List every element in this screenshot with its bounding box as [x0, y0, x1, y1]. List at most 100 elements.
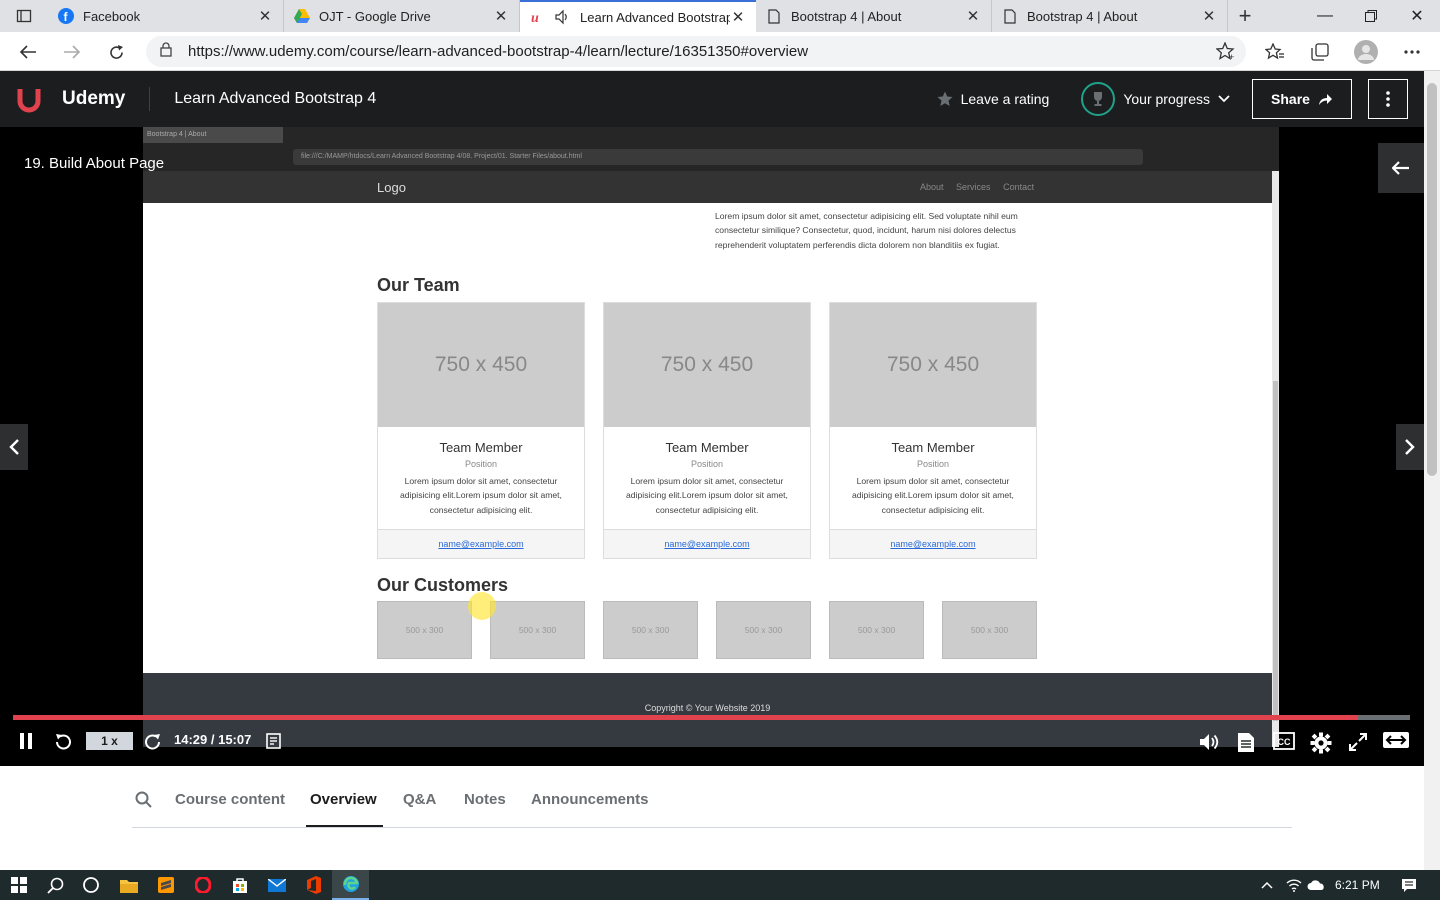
svg-text:+: +	[1229, 52, 1234, 61]
video-site-links: About Services Contact	[920, 182, 1044, 192]
customer-logo-placeholder: 500 x 300	[716, 601, 811, 659]
search-icon[interactable]	[135, 791, 152, 812]
leave-rating-button[interactable]: Leave a rating	[937, 91, 1049, 107]
more-options-icon[interactable]	[1396, 36, 1428, 68]
previous-lecture-button[interactable]	[0, 424, 28, 470]
new-tab-plus-icon[interactable]: +	[1228, 0, 1262, 32]
your-progress-button[interactable]: Your progress	[1081, 82, 1230, 116]
udemy-logo-icon	[17, 89, 41, 113]
page-scrollbar-thumb[interactable]	[1427, 83, 1437, 476]
more-menu-button[interactable]	[1368, 79, 1408, 119]
collections-icon[interactable]	[1304, 36, 1336, 68]
playback-speed-button[interactable]: 1 x	[86, 732, 133, 750]
tab-qa[interactable]: Q&A	[403, 791, 436, 808]
fullscreen-button[interactable]	[1348, 732, 1368, 752]
tab-notes[interactable]: Notes	[464, 791, 506, 808]
browser-tab-udemy[interactable]: u Learn Advanced Bootstrap ✕	[520, 0, 756, 32]
page-icon	[1002, 8, 1018, 24]
video-intro-text: Lorem ipsum dolor sit amet, consectetur …	[715, 211, 1018, 250]
tab-title: Learn Advanced Bootstrap	[580, 9, 730, 25]
forward-arrow-icon[interactable]	[56, 36, 88, 68]
tab-announcements[interactable]: Announcements	[531, 791, 649, 808]
profile-avatar-icon[interactable]	[1350, 36, 1382, 68]
tab-title: Bootstrap 4 | About	[1027, 8, 1138, 24]
tab-course-content[interactable]: Course content	[175, 791, 285, 808]
tab-overview[interactable]: Overview	[310, 791, 377, 808]
tab-title: Bootstrap 4 | About	[791, 8, 902, 24]
transcript-button[interactable]	[1237, 732, 1255, 753]
browser-tab-google-drive[interactable]: OJT - Google Drive ✕	[284, 0, 520, 32]
file-explorer-icon[interactable]	[110, 870, 147, 900]
tab-actions-menu-icon[interactable]	[0, 0, 48, 32]
course-title[interactable]: Learn Advanced Bootstrap 4	[174, 90, 376, 108]
mail-icon[interactable]	[258, 870, 295, 900]
transcript-icon	[1238, 733, 1254, 752]
forward-5-button[interactable]	[143, 732, 163, 752]
close-tab-icon[interactable]: ✕	[730, 8, 746, 26]
lock-icon[interactable]	[160, 41, 176, 62]
video-progress-fill	[13, 715, 1358, 720]
pause-button[interactable]	[18, 732, 34, 750]
browser-tab-bootstrap-about-2[interactable]: Bootstrap 4 | About ✕	[992, 0, 1228, 32]
notifications-icon[interactable]	[1390, 870, 1427, 900]
close-tab-icon[interactable]: ✕	[1201, 7, 1217, 25]
lecture-title: 19. Build About Page	[24, 155, 165, 172]
expand-sidebar-button[interactable]	[1378, 143, 1424, 193]
tab-title: Facebook	[83, 8, 141, 24]
share-button[interactable]: Share	[1252, 79, 1352, 119]
browser-tab-bootstrap-about-1[interactable]: Bootstrap 4 | About ✕	[756, 0, 992, 32]
share-arrow-icon	[1318, 93, 1332, 105]
captions-button[interactable]: CC	[1273, 732, 1295, 750]
sublime-text-icon[interactable]	[147, 870, 184, 900]
settings-button[interactable]	[1310, 732, 1332, 754]
gear-icon	[1310, 732, 1332, 754]
video-nav-link: About	[920, 182, 944, 192]
video-frame: Bootstrap 4 | About file:///C:/MAMP/htdo…	[143, 127, 1279, 747]
rewind-5-button[interactable]	[53, 732, 73, 752]
video-site-navbar: Logo About Services Contact	[143, 171, 1272, 203]
browser-tab-facebook[interactable]: f Facebook ✕	[48, 0, 284, 32]
page-scrollbar[interactable]	[1424, 71, 1440, 870]
fullscreen-icon	[1349, 733, 1367, 751]
onedrive-cloud-icon[interactable]	[1297, 870, 1334, 900]
address-bar[interactable]: https://www.udemy.com/course/learn-advan…	[146, 36, 1246, 67]
team-card: 750 x 450 Team Member Position Lorem ips…	[603, 302, 811, 559]
search-icon[interactable]	[37, 870, 74, 900]
store-icon[interactable]	[221, 870, 258, 900]
back-arrow-icon[interactable]	[12, 36, 44, 68]
close-tab-icon[interactable]: ✕	[493, 7, 509, 25]
team-member-desc: Lorem ipsum dolor sit amet, consectetur …	[626, 476, 788, 515]
team-member-position: Position	[916, 459, 950, 469]
expand-view-button[interactable]	[1383, 732, 1409, 748]
favorites-icon[interactable]	[1259, 36, 1291, 68]
add-note-button[interactable]	[266, 732, 284, 750]
cursor-highlight	[468, 592, 496, 620]
next-lecture-button[interactable]	[1396, 424, 1424, 470]
udemy-logo[interactable]: Udemy	[16, 83, 125, 115]
team-member-email: name@example.com	[830, 529, 1036, 558]
share-label: Share	[1271, 91, 1310, 107]
clock-time[interactable]: 6:21 PM	[1335, 878, 1380, 892]
page-icon	[766, 8, 782, 24]
close-tab-icon[interactable]: ✕	[965, 7, 981, 25]
refresh-icon[interactable]	[100, 36, 132, 68]
browser-toolbar: https://www.udemy.com/course/learn-advan…	[0, 32, 1440, 71]
volume-button[interactable]	[1199, 732, 1221, 752]
close-tab-icon[interactable]: ✕	[257, 7, 273, 25]
video-progress-bar[interactable]	[13, 715, 1410, 720]
windows-start-icon[interactable]	[0, 870, 37, 900]
task-view-icon[interactable]	[72, 870, 109, 900]
opera-icon[interactable]	[184, 870, 221, 900]
minimize-icon[interactable]: —	[1302, 0, 1348, 32]
customer-logo-placeholder: 500 x 300	[377, 601, 472, 659]
close-window-icon[interactable]: ✕	[1394, 0, 1440, 32]
team-card: 750 x 450 Team Member Position Lorem ips…	[377, 302, 585, 559]
team-image-placeholder: 750 x 450	[604, 303, 810, 427]
add-favorite-icon[interactable]: +	[1215, 41, 1236, 66]
restore-icon[interactable]	[1348, 0, 1394, 32]
video-player[interactable]: Bootstrap 4 | About file:///C:/MAMP/htdo…	[0, 127, 1424, 766]
office-icon[interactable]	[295, 870, 332, 900]
edge-icon[interactable]	[332, 870, 369, 900]
trophy-icon	[1081, 82, 1116, 116]
speaker-icon[interactable]	[555, 9, 571, 25]
